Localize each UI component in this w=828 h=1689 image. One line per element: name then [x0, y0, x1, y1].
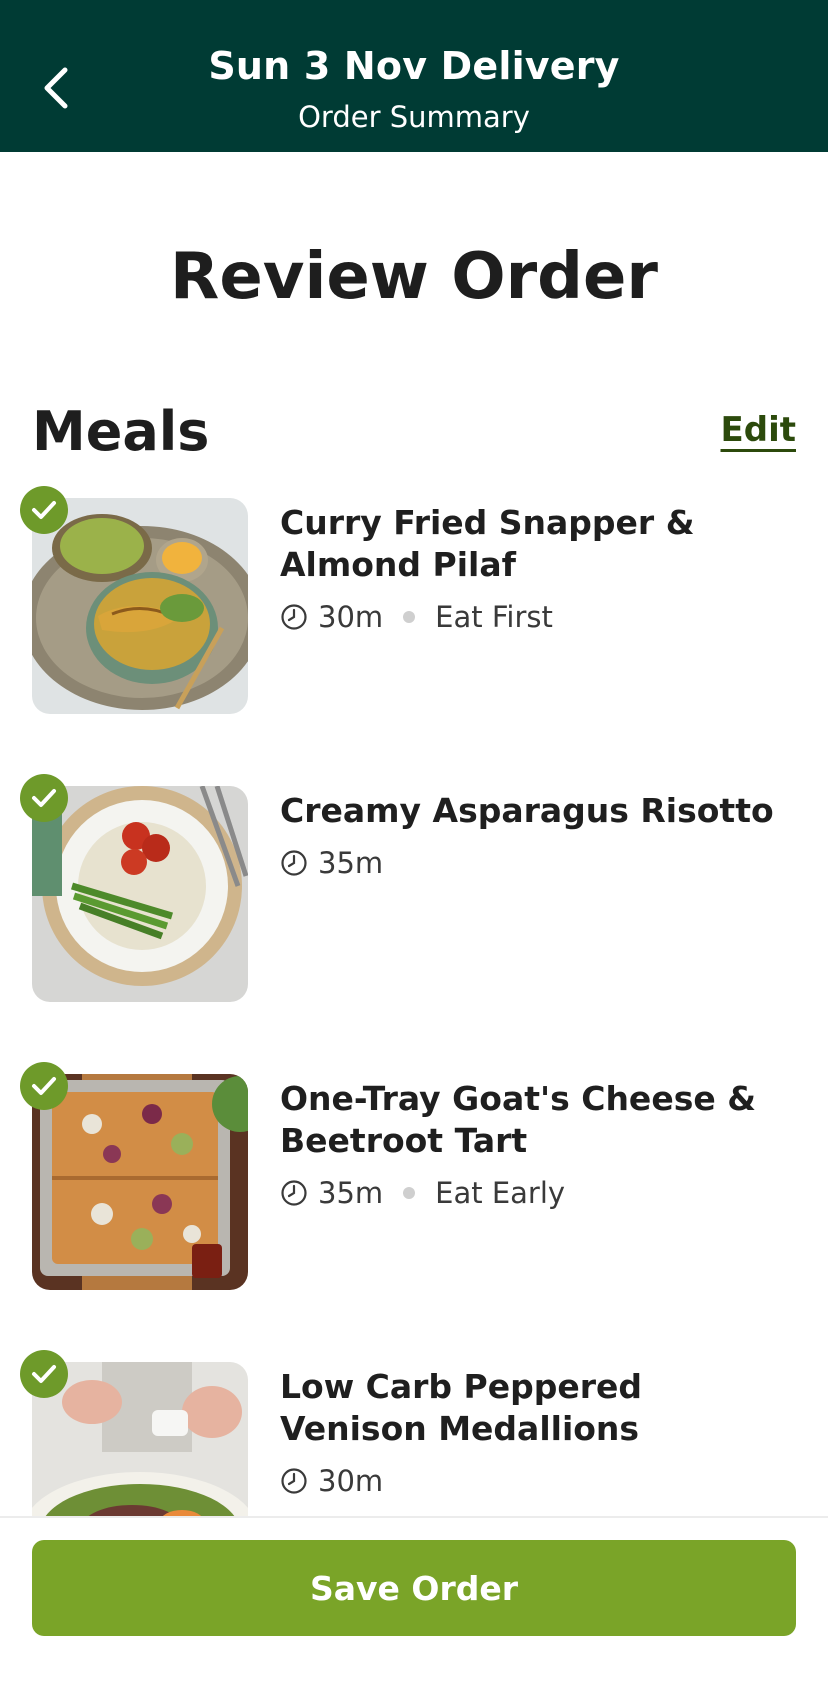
app-root: Sun 3 Nov Delivery Order Summary Review … — [0, 0, 828, 1689]
meal-photo-asparagus-risotto — [32, 786, 248, 1002]
meal-time: 30m — [318, 600, 384, 634]
clock-icon — [281, 1468, 307, 1494]
meal-photo-snapper-pilaf — [32, 498, 248, 714]
meal-item[interactable]: One-Tray Goat's Cheese & Beetroot Tart 3… — [0, 1062, 828, 1294]
meals-section-title: Meals — [32, 400, 210, 463]
meal-name: Low Carb Peppered Venison Medallions — [280, 1367, 643, 1448]
meal-name: Creamy Asparagus Risotto — [280, 791, 774, 830]
check-icon — [32, 789, 56, 807]
selected-check-badge — [20, 486, 68, 534]
meal-meta: 35m — [280, 846, 383, 880]
meal-meta: 30m — [280, 1464, 383, 1498]
meal-time: 30m — [318, 1464, 384, 1498]
top-app-bar: Sun 3 Nov Delivery Order Summary — [0, 0, 828, 152]
clock-icon — [281, 850, 307, 876]
clock-icon — [281, 1180, 307, 1206]
check-icon — [32, 1365, 56, 1383]
selected-check-badge — [20, 774, 68, 822]
delivery-title: Sun 3 Nov Delivery — [208, 44, 620, 88]
meal-photo-beetroot-tart — [32, 1074, 248, 1290]
check-icon — [32, 1077, 56, 1095]
meal-name: One-Tray Goat's Cheese & Beetroot Tart — [280, 1079, 756, 1160]
edit-meals-link[interactable]: Edit — [721, 410, 796, 450]
meal-time: 35m — [318, 1176, 384, 1210]
save-order-button[interactable]: Save Order — [32, 1540, 796, 1636]
meal-meta: 30m Eat First — [280, 600, 553, 634]
bottom-action-bar: Save Order — [0, 1516, 828, 1689]
order-summary-subtitle: Order Summary — [298, 100, 530, 134]
meal-tag: Eat Early — [435, 1176, 566, 1210]
clock-icon — [281, 604, 307, 630]
meal-tag: Eat First — [435, 600, 553, 634]
check-icon — [32, 501, 56, 519]
page-title: Review Order — [170, 240, 658, 314]
meal-time: 35m — [318, 846, 384, 880]
meal-item[interactable]: Curry Fried Snapper & Almond Pilaf 30m E… — [0, 486, 828, 718]
selected-check-badge — [20, 1062, 68, 1110]
selected-check-badge — [20, 1350, 68, 1398]
meal-item[interactable]: Creamy Asparagus Risotto 35m — [0, 774, 828, 1006]
separator-dot — [403, 611, 416, 623]
separator-dot — [403, 1187, 416, 1199]
meal-name: Curry Fried Snapper & Almond Pilaf — [280, 503, 695, 584]
meal-meta: 35m Eat Early — [280, 1176, 565, 1210]
